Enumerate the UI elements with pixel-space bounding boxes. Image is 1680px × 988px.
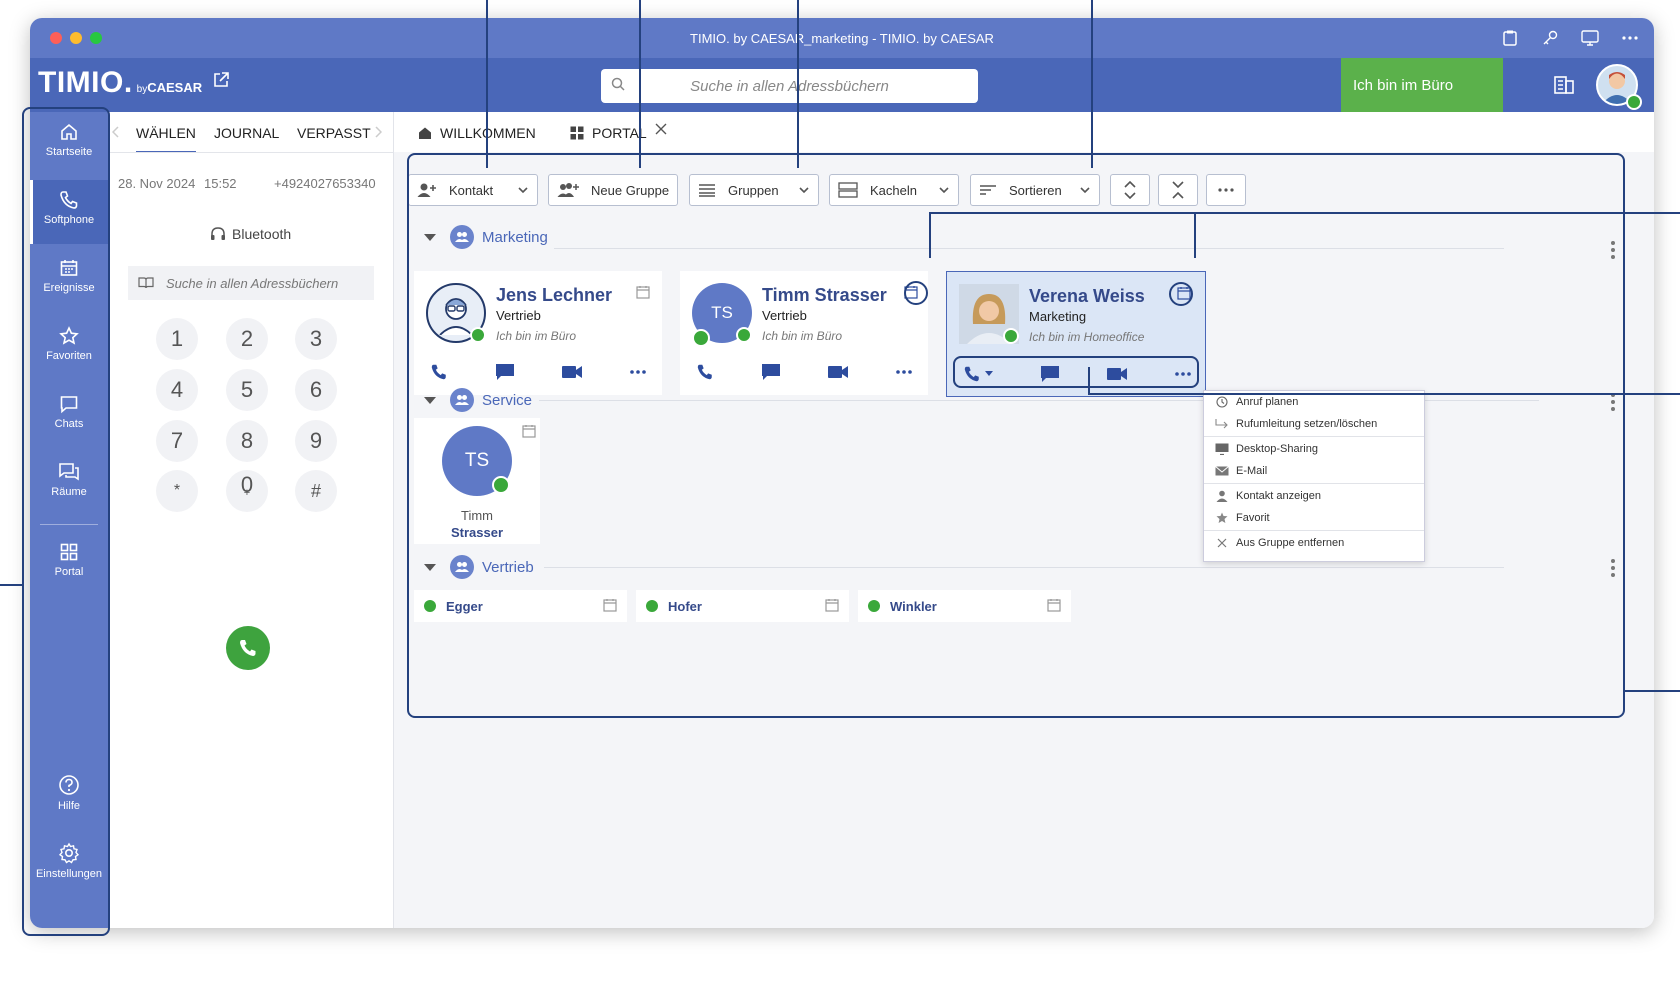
- annotation-line: [486, 0, 488, 168]
- presence-status-button[interactable]: Ich bin im Büro: [1341, 58, 1503, 112]
- annotation-line: [1088, 367, 1090, 395]
- annotation-line: [1194, 212, 1196, 258]
- dialpad-key[interactable]: 9: [295, 420, 337, 462]
- call-button[interactable]: [226, 626, 270, 670]
- softphone-panel: WÄHLEN JOURNAL VERPASST 28. Nov 2024 15:…: [108, 112, 393, 928]
- dialpad-key[interactable]: *: [156, 470, 198, 512]
- annotation-line: [929, 212, 1680, 214]
- dialpad-key[interactable]: 1: [156, 318, 198, 360]
- key-icon[interactable]: [1540, 28, 1560, 48]
- book-icon: [138, 277, 154, 289]
- dialpad-key[interactable]: 2: [226, 318, 268, 360]
- annotation-line: [1091, 0, 1093, 168]
- headset-icon: [211, 227, 225, 240]
- dialpad-key[interactable]: #: [295, 470, 337, 512]
- phone-icon: [240, 640, 256, 656]
- annotation-line: [1088, 393, 1680, 395]
- annotation-line: [929, 212, 931, 258]
- annotation-line: [0, 584, 22, 586]
- user-online-indicator: [1626, 94, 1642, 110]
- last-call-date: 28. Nov 2024: [118, 176, 196, 191]
- clipboard-icon[interactable]: [1500, 28, 1520, 48]
- building-icon[interactable]: [1553, 73, 1575, 95]
- dialpad-key[interactable]: 7: [156, 420, 198, 462]
- global-search-input[interactable]: Suche in allen Adressbüchern: [601, 69, 978, 103]
- window-title: TIMIO. by CAESAR_marketing - TIMIO. by C…: [690, 31, 994, 46]
- grid-icon: [570, 126, 584, 140]
- tab-waehlen[interactable]: WÄHLEN: [136, 125, 196, 153]
- annotation-line: [1625, 690, 1680, 692]
- title-bar: TIMIO. by CAESAR_marketing - TIMIO. by C…: [30, 18, 1654, 58]
- dialpad-key[interactable]: 4: [156, 369, 198, 411]
- chevron-right-icon[interactable]: [374, 126, 382, 138]
- last-call-number: +4924027653340: [274, 176, 376, 191]
- softphone-tabs: WÄHLEN JOURNAL VERPASST: [108, 112, 393, 153]
- audio-device-selector[interactable]: Bluetooth: [210, 226, 291, 242]
- last-call-time: 15:52: [204, 176, 237, 191]
- dialpad-key-zero[interactable]: 0 +: [226, 470, 268, 512]
- app-header: TIMIO. byCAESAR Suche in allen Adressbüch…: [30, 58, 1654, 112]
- home-icon: [419, 127, 431, 139]
- annotation-line: [797, 0, 799, 168]
- close-tab-icon[interactable]: [655, 123, 667, 135]
- tab-willkommen[interactable]: WILLKOMMEN: [418, 125, 536, 141]
- chevron-left-icon[interactable]: [112, 126, 120, 138]
- external-link-icon[interactable]: [213, 72, 229, 88]
- more-icon[interactable]: [1620, 28, 1640, 48]
- annotation-frame-portal: [407, 153, 1625, 718]
- annotation-frame-sidebar: [22, 107, 110, 936]
- softphone-search-input[interactable]: Suche in allen Adressbüchern: [128, 266, 374, 300]
- tab-portal[interactable]: PORTAL: [570, 123, 667, 141]
- timio-logo: TIMIO. byCAESAR: [38, 66, 229, 100]
- dialpad-key[interactable]: 6: [295, 369, 337, 411]
- dialpad-key[interactable]: 8: [226, 420, 268, 462]
- tab-verpasst[interactable]: VERPASST: [297, 125, 371, 141]
- tab-journal[interactable]: JOURNAL: [214, 125, 279, 141]
- dialpad-key[interactable]: 5: [226, 369, 268, 411]
- screen-share-icon[interactable]: [1580, 28, 1600, 48]
- annotation-line: [639, 0, 641, 168]
- main-tabs: WILLKOMMEN PORTAL: [394, 112, 1654, 152]
- dialpad-key[interactable]: 3: [295, 318, 337, 360]
- search-icon: [611, 77, 625, 91]
